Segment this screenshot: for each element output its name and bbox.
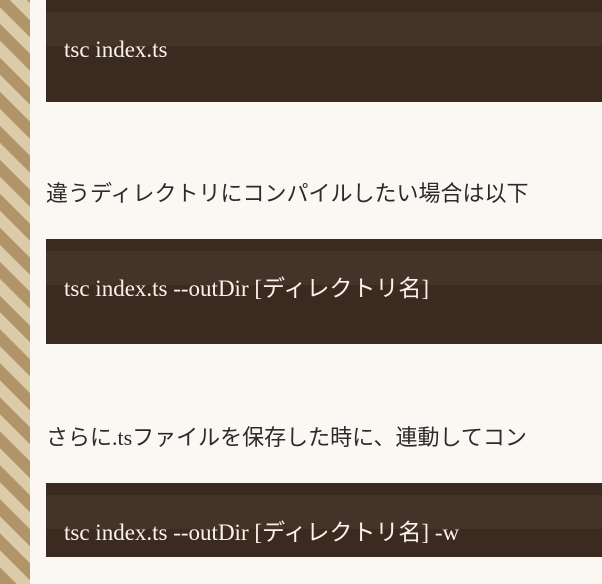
paragraph-1: 違うディレクトリにコンパイルしたい場合は以下 <box>46 176 602 211</box>
article-content: tsc index.ts 違うディレクトリにコンパイルしたい場合は以下 tsc … <box>30 0 602 584</box>
code-text: tsc index.ts --outDir [ディレクトリ名] <box>64 276 429 301</box>
paragraph-2: さらに.tsファイルを保存した時に、連動してコン <box>46 420 602 455</box>
code-block-3: tsc index.ts --outDir [ディレクトリ名] -w <box>46 483 602 557</box>
code-block-1: tsc index.ts <box>46 0 602 102</box>
code-text: tsc index.ts <box>64 37 168 62</box>
code-block-2: tsc index.ts --outDir [ディレクトリ名] <box>46 239 602 343</box>
left-stripe-rail <box>0 0 30 584</box>
code-text: tsc index.ts --outDir [ディレクトリ名] -w <box>64 520 459 545</box>
